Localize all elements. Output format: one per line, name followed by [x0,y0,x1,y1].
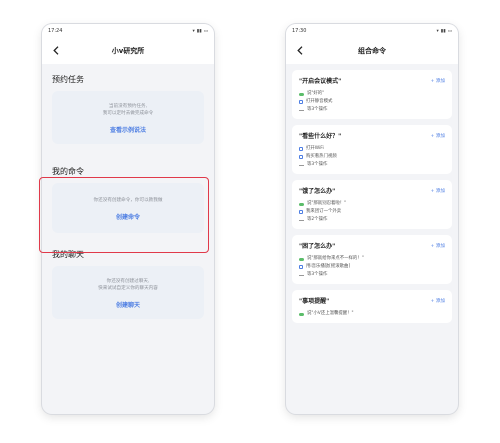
command-card[interactable]: "饿了怎么办" + 添加说"那就别忍着啦！" 我来团订一个外卖 等2个操作 [292,180,452,229]
app-action-icon [299,147,303,151]
command-step: 用i音乐播放[摇滚歌曲] [299,263,445,271]
command-step: 等2个操作 [299,216,445,224]
section-title: 我的命令 [52,167,84,176]
command-card[interactable]: "开启会议模式" + 添加说"好的" 打开静音模式 等3个操作 [292,70,452,119]
command-card-header: "饿了怎么办" + 添加 [299,186,445,195]
app-action-icon [299,100,303,104]
command-step: 说"那就给你来点不一样的！" [299,255,445,263]
speech-icon [299,312,304,316]
status-bar: 17:24 ▾ ▮▮ ▭ [42,24,214,38]
command-step: 购买看热门视频 [299,153,445,161]
speech-icon [299,257,304,261]
command-list: "开启会议模式" + 添加 说"好的" 打开静音模式 等3个操作 "看些什么好？" + 添加… [286,64,458,323]
command-step-text: 打开静音模式 [306,99,333,104]
back-arrow-icon[interactable] [294,44,306,56]
wifi-icon: ▾ [436,28,439,34]
section-title: 预约任务 [52,75,84,84]
highlight-my-commands [39,177,209,253]
empty-text: 当前没有预约任务, [108,104,148,109]
more-icon [299,164,304,166]
command-step-text: 我来团订一个外卖 [306,209,342,214]
status-bar: 17:30 ▾ ▮▮ ▭ [286,24,458,38]
more-icon [299,219,304,221]
empty-text: 我可以定时去做完成命令 [102,111,154,116]
status-icons: ▾ ▮▮ ▭ [437,29,452,34]
speech-icon [299,202,304,206]
empty-text: 快来试试自定义你的聊天内容 [98,286,158,291]
more-icon [299,109,304,111]
command-step-text: 等3个操作 [307,162,328,167]
add-command-button[interactable]: + 添加 [431,298,446,304]
section-my-chats: 我的聊天 你还没有创建过聊天, 快来试试自定义你的聊天内容 创建聊天 [42,249,214,319]
command-step: 等3个操作 [299,161,445,169]
section-scheduled: 预约任务 当前没有预约任务, 我可以定时去做完成命令 查看示例说法 [42,74,214,144]
command-card-header: "困了怎么办" + 添加 [299,241,445,250]
command-step-text: 等2个操作 [307,217,328,222]
wifi-icon: ▾ [192,28,195,34]
command-title: "开启会议模式" [299,78,342,85]
command-step-text: 说"那就别忍着啦！" [307,201,347,206]
command-title: "事项提醒" [299,298,330,305]
empty-text: 你还没有创建过聊天, [106,279,150,284]
command-step: 打开静音模式 [299,98,445,106]
add-command-button[interactable]: + 添加 [431,243,446,249]
signal-icon: ▮▮ [196,28,202,34]
speech-icon [299,92,304,96]
command-step-text: 说"好的" [307,91,325,96]
command-step-text: 等3个操作 [307,107,328,112]
command-step-text: 用i音乐播放[摇滚歌曲] [306,264,351,269]
status-icons: ▾ ▮▮ ▭ [193,29,208,34]
create-chat-link[interactable]: 创建聊天 [58,300,198,309]
page-title: 组合命令 [358,47,386,55]
command-card-header: "开启会议模式" + 添加 [299,76,445,85]
more-icon [299,274,304,276]
app-action-icon [299,265,303,269]
command-title: "看些什么好？" [299,133,342,140]
command-step-text: 等3个操作 [307,272,328,277]
app-action-icon [299,155,303,159]
status-time: 17:24 [48,28,63,34]
page-title: 小v研究所 [111,47,145,55]
command-card-header: "事项提醒" + 添加 [299,296,445,305]
command-step-text: 说"小V还上温馨提醒！" [307,311,354,316]
status-time: 17:30 [292,28,307,34]
signal-icon: ▮▮ [440,28,446,34]
command-step-text: 打开WiFi [306,146,324,151]
battery-icon: ▭ [203,28,208,34]
add-command-button[interactable]: + 添加 [431,188,446,194]
command-title: "困了怎么办" [299,243,336,250]
battery-icon: ▭ [447,28,452,34]
command-card[interactable]: "看些什么好？" + 添加打开WiFi 购买看热门视频 等3个操作 [292,125,452,174]
phone-screen-combo-commands: 17:30 ▾ ▮▮ ▭ 组合命令 "开启会议模式" + 添加 说"好的" 打开静音模… [286,24,458,414]
nav-bar: 组合命令 [286,38,458,64]
add-command-button[interactable]: + 添加 [431,78,446,84]
empty-state-card: 当前没有预约任务, 我可以定时去做完成命令 查看示例说法 [52,91,204,144]
app-action-icon [299,210,303,214]
command-step-text: 说"那就给你来点不一样的！" [307,256,364,261]
command-card[interactable]: "事项提醒" + 添加说"小V还上温馨提醒！" [292,290,452,323]
command-step: 等3个操作 [299,106,445,114]
command-step: 说"那就别忍着啦！" [299,200,445,208]
command-title: "饿了怎么办" [299,188,336,195]
command-card-header: "看些什么好？" + 添加 [299,131,445,140]
add-command-button[interactable]: + 添加 [431,133,446,139]
command-step: 等3个操作 [299,271,445,279]
command-step: 说"好的" [299,90,445,98]
command-step-text: 购买看热门视频 [306,154,337,159]
back-arrow-icon[interactable] [50,44,62,56]
empty-state-card: 你还没有创建过聊天, 快来试试自定义你的聊天内容 创建聊天 [52,266,204,319]
command-step: 我来团订一个外卖 [299,208,445,216]
command-card[interactable]: "困了怎么办" + 添加说"那就给你来点不一样的！" 用i音乐播放[摇滚歌曲] 等3个… [292,235,452,284]
view-examples-link[interactable]: 查看示例说法 [58,125,198,134]
command-step: 说"小V还上温馨提醒！" [299,310,445,318]
command-step: 打开WiFi [299,145,445,153]
nav-bar: 小v研究所 [42,38,214,64]
